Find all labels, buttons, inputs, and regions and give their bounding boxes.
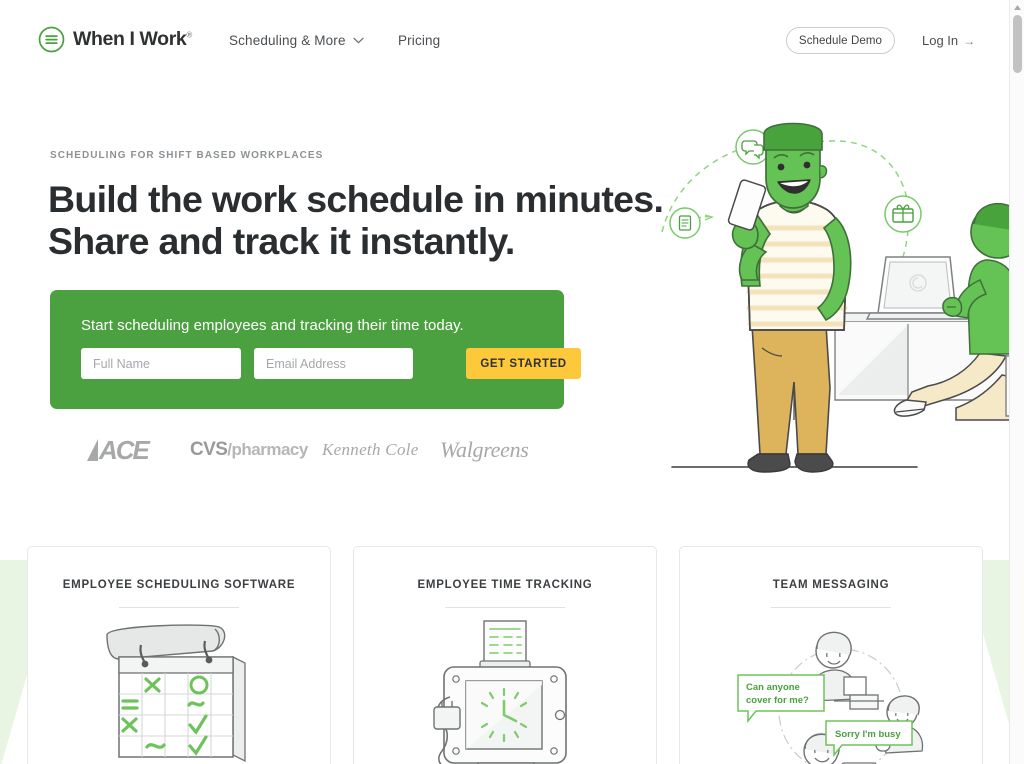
card-illustration-wrapper: Can anyone cover for me? Sorry I'm busy … (680, 619, 982, 764)
wall-calendar-icon (106, 624, 246, 763)
schedule-demo-button[interactable]: Schedule Demo (786, 27, 895, 54)
brand-logo[interactable]: When I Work® (38, 26, 192, 53)
two-coworkers-phone-laptop-illustration: .ln{fill:none;stroke:#4a4a4a;stroke-widt… (661, 122, 1009, 473)
nav-item-scheduling-and-more[interactable]: Scheduling & More (229, 33, 364, 48)
team-chat-illustration: Can anyone cover for me? Sorry I'm busy … (737, 631, 924, 764)
page-viewport: When I Work® Scheduling & More Pricing S… (0, 0, 1009, 764)
feature-card-time-tracking[interactable]: EMPLOYEE TIME TRACKING (353, 546, 657, 764)
card-divider (771, 607, 891, 608)
logo-walgreens-text: Walgreens (440, 437, 529, 462)
card-divider (445, 607, 565, 608)
logo-ace-text: ACE (99, 434, 150, 465)
registered-mark: ® (186, 30, 192, 40)
page-title: Build the work schedule in minutes. Shar… (48, 178, 688, 262)
hero-eyebrow: SCHEDULING FOR SHIFT BASED WORKPLACES (50, 150, 324, 161)
card-illustration-wrapper (354, 619, 656, 764)
logo-walgreens: Walgreens (440, 428, 529, 472)
feature-card-title: TEAM MESSAGING (772, 579, 890, 591)
triangle-up-icon (1014, 4, 1021, 10)
hero-illustration: .ln{fill:none;stroke:#4a4a4a;stroke-widt… (650, 120, 1009, 500)
document-icon (669, 207, 701, 239)
logo-cvs-pharmacy: CVS /pharmacy (190, 428, 308, 472)
arrow-right-icon: → (963, 33, 976, 48)
card-divider (119, 607, 239, 608)
feature-card-title: EMPLOYEE TIME TRACKING (417, 579, 593, 591)
chat-bubble-1: Can anyone cover for me? (737, 674, 825, 724)
logo-ace: ACE (85, 428, 150, 472)
login-link-label: Log In (922, 33, 959, 48)
brand-name-text: When I Work (73, 27, 187, 50)
chevron-down-icon (353, 37, 364, 44)
vertical-scrollbar[interactable] (1009, 0, 1024, 764)
calendar-gift-icon (884, 195, 922, 233)
get-started-button[interactable]: GET STARTED (466, 348, 581, 379)
chat-bubble-2-text: Sorry I'm busy (835, 729, 901, 740)
chat-bubble-1-line1: Can anyone (746, 682, 800, 693)
brand-name: When I Work® (73, 27, 192, 50)
feature-card-employee-scheduling[interactable]: EMPLOYEE SCHEDULING SOFTWARE (27, 546, 331, 764)
scrollbar-up-arrow[interactable] (1010, 0, 1024, 14)
logo-kenneth-cole-text: Kenneth Cole (322, 440, 419, 459)
logo-pharmacy-text: /pharmacy (227, 440, 308, 459)
login-link[interactable]: Log In → (922, 33, 975, 48)
hamburger-circle-icon (38, 26, 65, 53)
signup-heading: Start scheduling employees and tracking … (81, 317, 464, 334)
full-name-input[interactable] (81, 348, 241, 379)
nav-item-pricing-label: Pricing (398, 33, 441, 48)
card-illustration-wrapper (28, 619, 330, 764)
chat-bubble-1-line2: cover for me? (746, 695, 809, 706)
signup-form: Start scheduling employees and tracking … (50, 290, 581, 409)
nav-item-scheduling-label: Scheduling & More (229, 33, 346, 48)
page-root: When I Work® Scheduling & More Pricing S… (0, 0, 1024, 764)
feature-card-title: EMPLOYEE SCHEDULING SOFTWARE (62, 579, 296, 591)
site-header: When I Work® Scheduling & More Pricing S… (0, 0, 1009, 80)
customer-logo-strip: ACE CVS /pharmacy Kenneth Cole Walgreens (50, 428, 570, 472)
scrollbar-thumb[interactable] (1013, 15, 1022, 73)
logo-cvs-text: CVS (190, 439, 228, 460)
standing-person-with-phone (727, 122, 852, 473)
hero-title-line-2: Share and track it instantly. (48, 220, 515, 262)
feature-card-team-messaging[interactable]: TEAM MESSAGING Can anyone cover for me? … (679, 546, 983, 764)
logo-kenneth-cole: Kenneth Cole (322, 428, 419, 472)
nav-item-pricing[interactable]: Pricing (398, 33, 440, 48)
hero-title-line-1: Build the work schedule in minutes. (48, 178, 664, 220)
time-clock-punch-machine-icon (433, 620, 567, 764)
email-input[interactable] (254, 348, 413, 379)
